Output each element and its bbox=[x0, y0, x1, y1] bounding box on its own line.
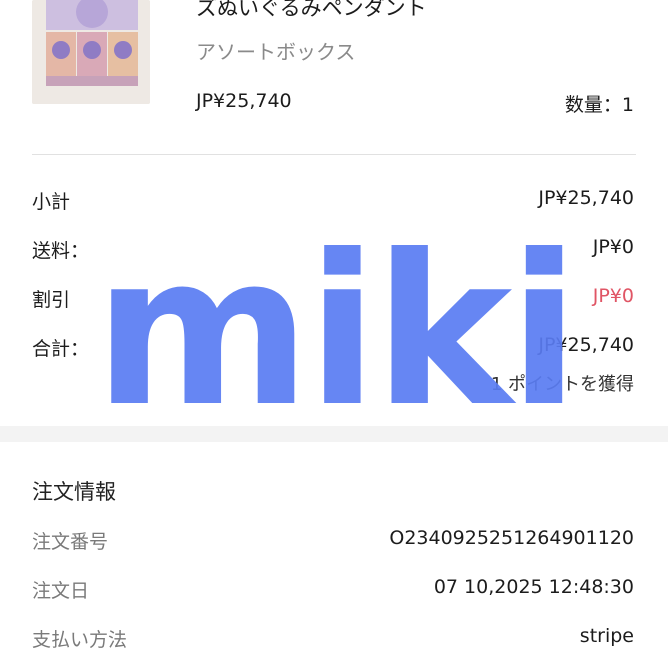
payment-method-row: 支払い方法 stripe bbox=[32, 625, 634, 655]
subtotal-value: JP¥25,740 bbox=[538, 187, 634, 209]
product-title[interactable]: ズぬいぐるみペンダント bbox=[196, 0, 427, 22]
discount-row: 割引 JP¥0 bbox=[32, 285, 634, 315]
total-value: JP¥25,740 bbox=[538, 334, 634, 356]
shipping-label: 送料： bbox=[32, 240, 90, 262]
order-info-title: 注文情報 bbox=[32, 480, 116, 504]
discount-label: 割引 bbox=[32, 289, 71, 311]
total-row: 合計： JP¥25,740 bbox=[32, 334, 634, 364]
product-variant: アソートボックス bbox=[196, 40, 356, 64]
shipping-row: 送料： JP¥0 bbox=[32, 236, 634, 266]
discount-value: JP¥0 bbox=[592, 285, 634, 307]
product-thumbnail[interactable] bbox=[32, 0, 150, 104]
subtotal-row: 小計 JP¥25,740 bbox=[32, 187, 634, 217]
divider bbox=[32, 154, 636, 155]
points-earned: 1 ポイントを獲得 bbox=[490, 374, 634, 395]
section-separator bbox=[0, 426, 668, 442]
order-number-row: 注文番号 O2340925251264901120 bbox=[32, 527, 634, 557]
payment-method-label: 支払い方法 bbox=[32, 629, 128, 651]
payment-method-value: stripe bbox=[579, 625, 634, 647]
product-quantity: 数量：1 bbox=[564, 94, 634, 116]
product-price: JP¥25,740 bbox=[196, 90, 292, 112]
order-date-label: 注文日 bbox=[32, 580, 90, 602]
total-label: 合計： bbox=[32, 338, 90, 360]
product-image bbox=[32, 0, 150, 104]
order-number-label: 注文番号 bbox=[32, 531, 109, 553]
order-number-value[interactable]: O2340925251264901120 bbox=[389, 527, 634, 549]
order-date-value: 07 10,2025 12:48:30 bbox=[433, 576, 634, 598]
order-date-row: 注文日 07 10,2025 12:48:30 bbox=[32, 576, 634, 606]
subtotal-label: 小計 bbox=[32, 191, 71, 213]
shipping-value: JP¥0 bbox=[592, 236, 634, 258]
